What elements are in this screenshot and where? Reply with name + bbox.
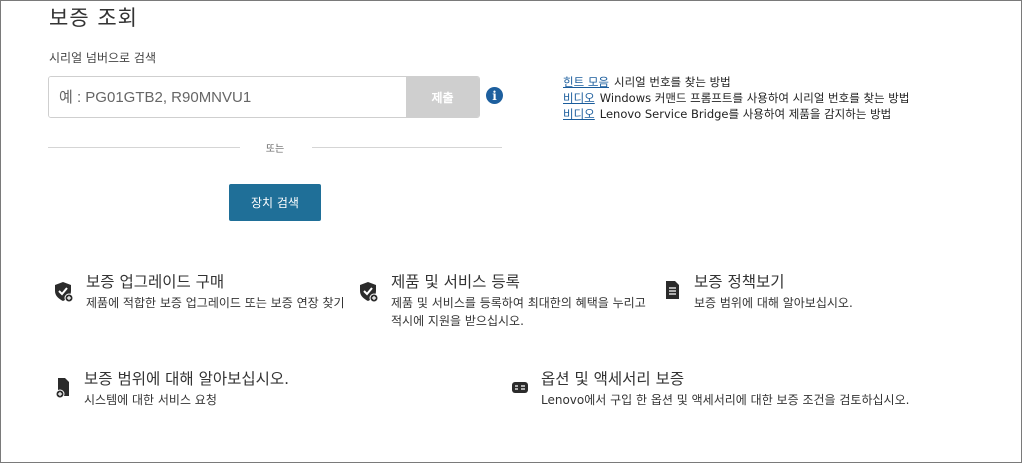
divider-text: 또는: [265, 144, 285, 155]
feature-title: 제품 및 서비스 등록: [391, 273, 520, 291]
shield-check-icon: [54, 280, 76, 304]
feature-title: 보증 업그레이드 구매: [86, 273, 225, 291]
video-link[interactable]: 비디오: [563, 107, 595, 121]
video-link[interactable]: 비디오: [563, 91, 595, 105]
submit-button[interactable]: 제출: [406, 77, 479, 117]
help-row: 힌트 모음 시리얼 번호를 찾는 방법: [563, 74, 909, 90]
feature-desc: 시스템에 대한 서비스 요청: [84, 393, 217, 407]
divider-right: [312, 147, 502, 148]
serial-search-box: 제출: [48, 76, 480, 118]
help-text: Windows 커맨드 프롬프트를 사용하여 시리얼 번호를 찾는 방법: [599, 91, 910, 105]
feature-warranty-policy[interactable]: 보증 정책보기 보증 범위에 대해 알아보십시오.: [662, 270, 962, 330]
help-text: Lenovo Service Bridge를 사용하여 제품을 감지하는 방법: [599, 107, 892, 121]
feature-accessory-warranty[interactable]: 옵션 및 액세서리 보증 Lenovo에서 구입 한 옵션 및 액세서리에 대한…: [511, 367, 991, 412]
feature-service-request[interactable]: 보증 범위에 대해 알아보십시오. 시스템에 대한 서비스 요청: [54, 367, 374, 412]
help-row: 비디오 Windows 커맨드 프롬프트를 사용하여 시리얼 번호를 찾는 방법: [563, 90, 909, 106]
feature-desc: 제품 및 서비스를 등록하여 최대한의 혜택을 누리고 적시에 지원을 받으십시…: [391, 296, 646, 328]
divider-left: [48, 147, 240, 148]
feature-title: 옵션 및 액세서리 보증: [541, 370, 685, 388]
feature-warranty-upgrade[interactable]: 보증 업그레이드 구매 제품에 적합한 보증 업그레이드 또는 보증 연장 찾기: [54, 270, 354, 330]
help-links: 힌트 모음 시리얼 번호를 찾는 방법 비디오 Windows 커맨드 프롬프트를 …: [563, 74, 909, 122]
feature-desc: Lenovo에서 구입 한 옵션 및 액세서리에 대한 보증 조건을 검토하십시…: [541, 393, 910, 407]
accessory-icon: [511, 375, 533, 399]
info-icon[interactable]: i: [486, 87, 503, 104]
serial-search-label: 시리얼 넘버으로 검색: [49, 51, 156, 65]
hint-link[interactable]: 힌트 모음: [563, 75, 609, 89]
page-title: 보증 조회: [49, 6, 138, 30]
shield-check-icon: [359, 280, 381, 304]
help-text: 시리얼 번호를 찾는 방법: [613, 75, 731, 89]
feature-product-registration[interactable]: 제품 및 서비스 등록 제품 및 서비스를 등록하여 최대한의 혜택을 누리고 …: [359, 270, 659, 330]
help-row: 비디오 Lenovo Service Bridge를 사용하여 제품을 감지하는 …: [563, 106, 909, 122]
feature-desc: 제품에 적합한 보증 업그레이드 또는 보증 연장 찾기: [86, 296, 345, 310]
feature-title: 보증 정책보기: [694, 273, 785, 291]
serial-number-input[interactable]: [49, 77, 406, 117]
document-add-icon: [54, 375, 76, 399]
feature-title: 보증 범위에 대해 알아보십시오.: [84, 370, 290, 388]
feature-desc: 보증 범위에 대해 알아보십시오.: [694, 296, 853, 310]
document-icon: [662, 278, 684, 302]
device-search-button[interactable]: 장치 검색: [229, 184, 321, 221]
